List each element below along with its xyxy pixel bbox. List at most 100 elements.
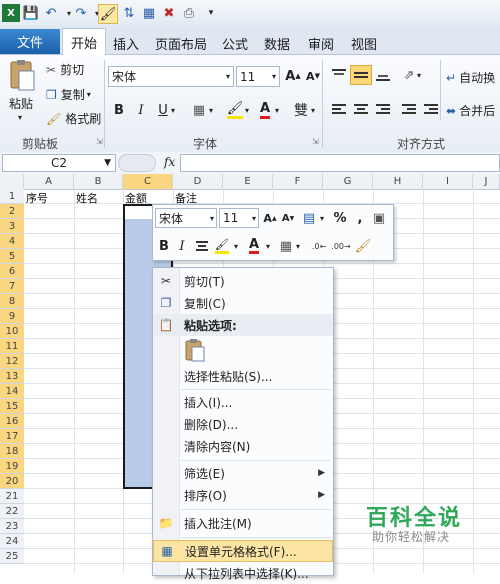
grow-font-icon[interactable]: A ▲ (282, 66, 304, 86)
row-header-20[interactable]: 20 (0, 474, 24, 489)
align-bottom-icon[interactable] (372, 65, 394, 85)
format-painter-icon[interactable]: 🖌 (98, 4, 118, 24)
column-header-h[interactable]: H (373, 174, 423, 189)
phonetic-dropdown-icon[interactable]: ▾ (308, 100, 318, 120)
decrease-decimal-icon[interactable]: .00→ (331, 236, 351, 256)
font-launcher-icon[interactable]: ⇲ (312, 137, 319, 146)
tab-formulas[interactable]: 公式 (222, 34, 248, 53)
table-icon[interactable]: ▦ (140, 4, 158, 22)
customize-icon[interactable]: ▾ (202, 4, 220, 22)
cell-style-dropdown-icon[interactable]: ▾ (317, 208, 327, 228)
save-icon[interactable]: 💾 (22, 4, 40, 22)
cell-style-icon[interactable]: ▤ (299, 208, 319, 228)
font-color-dropdown-icon[interactable]: ▾ (272, 100, 282, 120)
fill-dropdown-icon[interactable]: ▾ (242, 100, 252, 120)
center-align-icon[interactable] (193, 236, 211, 256)
excel-icon[interactable]: X (2, 4, 20, 22)
mini-font-color-dropdown-icon[interactable]: ▾ (263, 236, 273, 256)
align-right-icon[interactable] (372, 100, 394, 120)
remove-icon[interactable]: ✖ (160, 4, 178, 22)
row-header-23[interactable]: 23 (0, 519, 24, 534)
cell-a1[interactable]: 序号 (26, 190, 48, 206)
mini-border-dropdown-icon[interactable]: ▾ (293, 236, 303, 256)
row-header-21[interactable]: 21 (0, 489, 24, 504)
border-dropdown-icon[interactable]: ▾ (206, 100, 216, 120)
insert-function-icon[interactable]: fx (164, 155, 175, 169)
row-header-17[interactable]: 17 (0, 429, 24, 444)
increase-decimal-icon[interactable]: .0← (309, 236, 329, 256)
row-header-12[interactable]: 12 (0, 354, 24, 369)
wrap-text-button[interactable]: ↵ 自动换 (446, 69, 495, 86)
row-header-6[interactable]: 6 (0, 264, 24, 279)
mini-format-painter-icon[interactable]: 🖌 (353, 236, 373, 256)
menu-item-paste-special[interactable]: 选择性粘贴(S)... (153, 365, 333, 387)
paste-button[interactable]: 粘贴 (9, 95, 33, 112)
percent-button[interactable]: % (331, 208, 349, 228)
column-header-e[interactable]: E (223, 174, 273, 189)
comma-button[interactable]: , (351, 208, 369, 228)
row-header-25[interactable]: 25 (0, 549, 24, 564)
column-header-f[interactable]: F (273, 174, 323, 189)
row-header-4[interactable]: 4 (0, 234, 24, 249)
mini-bold-button[interactable]: B (155, 236, 173, 256)
tab-insert[interactable]: 插入 (113, 34, 139, 53)
row-header-3[interactable]: 3 (0, 219, 24, 234)
row-header-1[interactable]: 1 (0, 189, 24, 204)
row-header-18[interactable]: 18 (0, 444, 24, 459)
grow-font-icon[interactable]: A ▲ (261, 208, 279, 228)
row-header-16[interactable]: 16 (0, 414, 24, 429)
tab-data[interactable]: 数据 (264, 34, 290, 53)
format-painter-button[interactable]: 🖌 格式刷 (46, 110, 101, 127)
column-header-a[interactable]: A (24, 174, 74, 189)
shrink-font-icon[interactable]: A ▼ (279, 208, 297, 228)
mini-size-combo[interactable]: 11 ▾ (219, 208, 259, 228)
menu-item-cut[interactable]: ✂ 剪切(T) (153, 270, 333, 292)
copy-button[interactable]: ❐ 复制 ▾ (46, 86, 91, 103)
row-header-19[interactable]: 19 (0, 459, 24, 474)
merge-center-button[interactable]: ⬌ 合并后 (446, 102, 495, 119)
underline-dropdown-icon[interactable]: ▾ (168, 100, 178, 120)
formula-handle[interactable] (118, 154, 156, 172)
increase-indent-icon[interactable] (420, 100, 442, 120)
row-header-8[interactable]: 8 (0, 294, 24, 309)
menu-item-filter[interactable]: 筛选(E) ▶ (153, 462, 333, 484)
row-header-14[interactable]: 14 (0, 384, 24, 399)
accounting-format-icon[interactable]: ▣ (369, 208, 389, 228)
row-header-24[interactable]: 24 (0, 534, 24, 549)
menu-item-insert[interactable]: 插入(I)... (153, 391, 333, 413)
align-top-icon[interactable] (328, 65, 350, 85)
column-header-c[interactable]: C (123, 174, 173, 189)
tab-review[interactable]: 审阅 (308, 34, 334, 53)
row-header-9[interactable]: 9 (0, 309, 24, 324)
cell-c1[interactable]: 金额 (125, 190, 147, 206)
row-header-13[interactable]: 13 (0, 369, 24, 384)
tab-page-layout[interactable]: 页面布局 (155, 34, 207, 53)
tab-view[interactable]: 视图 (351, 34, 377, 53)
menu-item-clear[interactable]: 清除内容(N) (153, 435, 333, 457)
mini-font-combo[interactable]: 宋体 ▾ (155, 208, 217, 228)
column-header-g[interactable]: G (323, 174, 373, 189)
italic-button[interactable]: I (130, 100, 152, 120)
orientation-dropdown-icon[interactable]: ▾ (414, 65, 424, 85)
column-header-i[interactable]: I (423, 174, 473, 189)
menu-item-format-cells[interactable]: ▦ 设置单元格格式(F)... (153, 540, 333, 562)
font-size-combo[interactable]: 11 ▾ (236, 66, 280, 87)
decrease-indent-icon[interactable] (398, 100, 420, 120)
row-header-5[interactable]: 5 (0, 249, 24, 264)
mini-fill-color-icon[interactable]: 🖌 (213, 236, 231, 256)
align-middle-icon[interactable] (350, 65, 372, 85)
tab-home[interactable]: 开始 (62, 28, 106, 56)
row-header-7[interactable]: 7 (0, 279, 24, 294)
mini-font-color-icon[interactable]: A (245, 236, 263, 256)
column-header-b[interactable]: B (74, 174, 123, 189)
clipboard-launcher-icon[interactable]: ⇲ (96, 137, 103, 146)
row-header-11[interactable]: 11 (0, 339, 24, 354)
menu-item-delete[interactable]: 删除(D)... (153, 413, 333, 435)
bold-button[interactable]: B (108, 100, 130, 120)
paste-dropdown-icon[interactable]: ▾ (18, 113, 22, 122)
name-box[interactable]: C2 ▼ (2, 154, 116, 172)
cell-b1[interactable]: 姓名 (76, 190, 98, 206)
menu-item-sort[interactable]: 排序(O) ▶ (153, 484, 333, 506)
paste-icon[interactable] (8, 59, 36, 93)
paste-option-icon[interactable] (184, 338, 206, 362)
